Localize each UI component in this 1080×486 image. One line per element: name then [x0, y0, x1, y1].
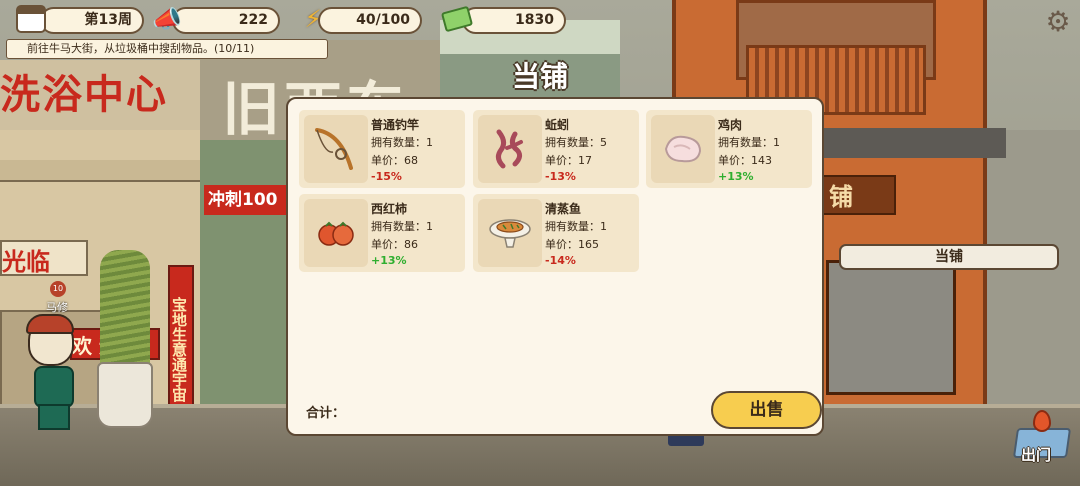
megaphone-icon: 📣	[152, 5, 182, 33]
npc-hair	[26, 314, 74, 334]
quest-tracker[interactable]: 前往牛马大街，从垃圾桶中搜刮物品。(10/11)	[6, 39, 328, 59]
exit-button[interactable]: 出门	[1012, 410, 1073, 470]
sprint-sign: 冲刺100	[204, 185, 288, 215]
item-price: 单价：68	[371, 154, 418, 167]
item-price: 单价：165	[545, 238, 599, 251]
earthworm-icon	[478, 115, 542, 183]
cash-icon	[440, 2, 474, 36]
price-change: -15%	[371, 170, 402, 183]
npc-legs	[38, 404, 70, 430]
item-card-chicken[interactable]: 鸡肉 拥有数量：1 单价：143 +13%	[646, 110, 812, 188]
item-price: 单价：17	[545, 154, 592, 167]
item-price: 单价：86	[371, 238, 418, 251]
welcome-sign: 光临	[0, 240, 88, 276]
item-card-fishing-rod[interactable]: 普通钓竿 拥有数量：1 单价：68 -15%	[299, 110, 465, 188]
item-name: 清蒸鱼	[545, 202, 582, 216]
pawnshop-panel: 普通钓竿 拥有数量：1 单价：68 -15% 蚯蚓 拥有数量：5 单价：17 -…	[286, 97, 824, 436]
calendar-icon	[14, 2, 48, 36]
item-quantity: 拥有数量：1	[718, 136, 780, 149]
item-card-steamed-fish[interactable]: 清蒸鱼 拥有数量：1 单价：165 -14%	[473, 194, 639, 272]
pawnshop-entrance[interactable]	[826, 260, 956, 395]
npc-character[interactable]	[24, 314, 84, 430]
price-change: +13%	[371, 254, 407, 267]
item-card-earthworm[interactable]: 蚯蚓 拥有数量：5 单价：17 -13%	[473, 110, 639, 188]
energy-display: 40/100	[318, 7, 422, 34]
steamed-fish-icon	[478, 199, 542, 267]
npc-name: 马修	[46, 301, 68, 314]
item-name: 普通钓竿	[371, 118, 420, 132]
npc-body	[34, 366, 74, 408]
green-storefront	[200, 140, 290, 410]
lightning-icon: ⚡	[304, 5, 322, 33]
sell-button[interactable]: 出售	[711, 391, 822, 429]
item-quantity: 拥有数量：5	[545, 136, 607, 149]
item-price: 单价：143	[718, 154, 772, 167]
price-change: -14%	[545, 254, 576, 267]
fishing-rod-icon	[304, 115, 368, 183]
location-pin-icon	[1033, 410, 1051, 432]
pawnshop-button[interactable]: 当铺	[839, 244, 1059, 270]
chicken-meat-icon	[651, 115, 715, 183]
price-change: -13%	[545, 170, 576, 183]
total-label: 合计：	[306, 406, 346, 421]
shop-title: 当铺	[511, 60, 568, 93]
item-quantity: 拥有数量：1	[371, 220, 433, 233]
item-name: 蚯蚓	[545, 118, 570, 132]
price-change: +13%	[718, 170, 754, 183]
money-display: 1830	[462, 7, 566, 34]
item-name: 鸡肉	[718, 118, 743, 132]
npc-level-badge: 10	[50, 281, 66, 297]
tomato-icon	[304, 199, 368, 267]
week-display: 第13周	[40, 7, 144, 34]
bathhouse-sign: 洗浴中心	[0, 71, 168, 118]
exit-label: 出门	[1021, 446, 1052, 464]
plant-pot	[97, 362, 153, 428]
gear-icon[interactable]: ⚙	[1043, 8, 1073, 38]
reputation-display: 222	[172, 7, 280, 34]
item-card-tomato[interactable]: 西红柿 拥有数量：1 单价：86 +13%	[299, 194, 465, 272]
far-building	[985, 130, 1080, 410]
awning	[0, 160, 215, 182]
item-quantity: 拥有数量：1	[371, 136, 433, 149]
potted-plant-icon	[100, 250, 150, 375]
item-quantity: 拥有数量：1	[545, 220, 607, 233]
item-name: 西红柿	[371, 202, 408, 216]
